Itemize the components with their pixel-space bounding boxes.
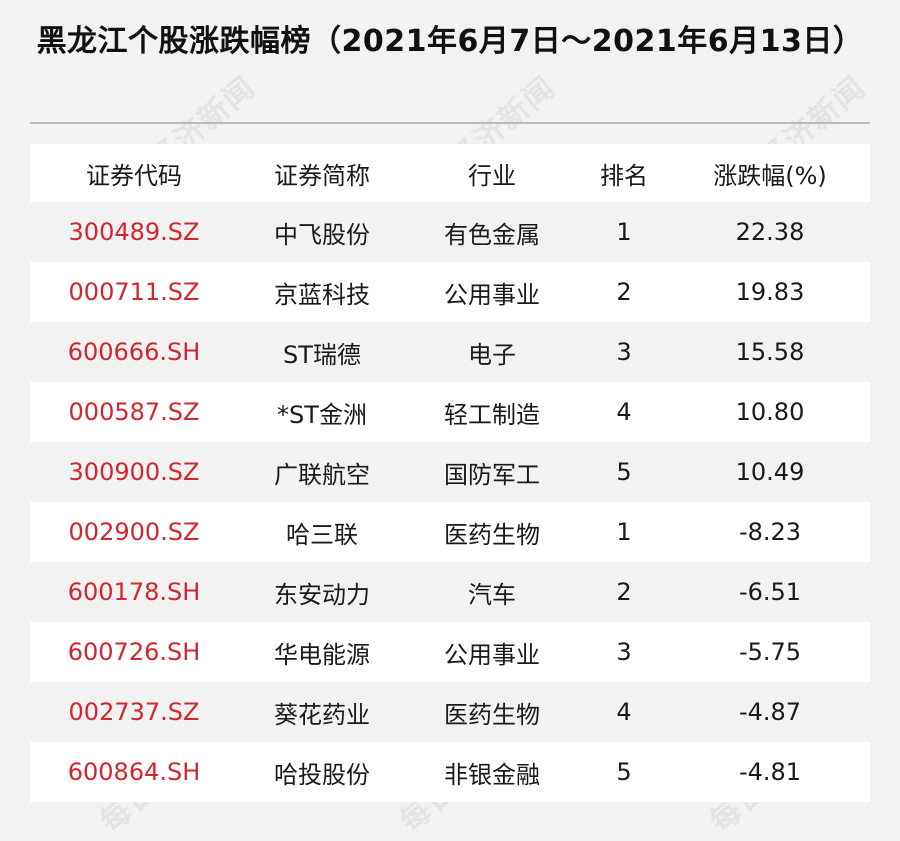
header-name: 证券简称 [274, 161, 370, 190]
stock-code: 600178.SH [67, 578, 201, 606]
stock-code: 600726.SH [67, 638, 201, 666]
stock-name: ST瑞德 [283, 340, 361, 369]
stock-name: 广联航空 [274, 460, 370, 489]
header-code: 证券代码 [86, 161, 182, 190]
table-row: 002737.SZ 葵花药业 医药生物 4 -4.87 [30, 682, 870, 742]
stock-code: 000711.SZ [68, 278, 200, 306]
stock-code: 002737.SZ [68, 698, 200, 726]
stock-industry: 有色金属 [444, 220, 540, 249]
stock-change: 10.49 [735, 458, 805, 486]
stock-name: 葵花药业 [274, 700, 370, 729]
stock-industry: 汽车 [468, 580, 516, 609]
header-change: 涨跌幅(%) [713, 161, 827, 190]
stock-change: 19.83 [735, 278, 805, 306]
stock-rank: 5 [616, 458, 632, 486]
table-row: 000587.SZ *ST金洲 轻工制造 4 10.80 [30, 382, 870, 442]
stock-rank: 4 [616, 698, 632, 726]
stock-rank: 2 [616, 578, 632, 606]
table-row: 300489.SZ 中飞股份 有色金属 1 22.38 [30, 202, 870, 262]
stock-name: 京蓝科技 [274, 280, 370, 309]
stock-industry: 医药生物 [444, 520, 540, 549]
stock-name: 中飞股份 [274, 220, 370, 249]
stock-industry: 非银金融 [444, 760, 540, 789]
stock-rank: 1 [616, 518, 632, 546]
table-row: 600178.SH 东安动力 汽车 2 -6.51 [30, 562, 870, 622]
stock-industry: 医药生物 [444, 700, 540, 729]
header-industry: 行业 [468, 161, 516, 190]
stock-code: 000587.SZ [68, 398, 200, 426]
stock-change: 22.38 [735, 218, 805, 246]
stock-code: 600666.SH [67, 338, 201, 366]
table-row: 300900.SZ 广联航空 国防军工 5 10.49 [30, 442, 870, 502]
stock-rank: 4 [616, 398, 632, 426]
stock-industry: 公用事业 [444, 640, 540, 669]
stock-rank: 5 [616, 758, 632, 786]
stock-rank: 3 [616, 338, 632, 366]
stock-name: 华电能源 [274, 640, 370, 669]
stock-industry: 国防军工 [444, 460, 540, 489]
stock-change: 15.58 [735, 338, 805, 366]
table-row: 600726.SH 华电能源 公用事业 3 -5.75 [30, 622, 870, 682]
stock-rank: 2 [616, 278, 632, 306]
stock-name: *ST金洲 [277, 400, 367, 429]
table-row: 000711.SZ 京蓝科技 公用事业 2 19.83 [30, 262, 870, 322]
table-row: 002900.SZ 哈三联 医药生物 1 -8.23 [30, 502, 870, 562]
stock-change: -6.51 [738, 578, 802, 606]
stock-name: 东安动力 [274, 580, 370, 609]
stock-code: 002900.SZ [68, 518, 200, 546]
table-row: 600666.SH ST瑞德 电子 3 15.58 [30, 322, 870, 382]
page: { "title": "黑龙江个股涨跌幅榜（2021年6月7日～2021年6月1… [0, 0, 900, 840]
stock-name: 哈三联 [286, 520, 358, 549]
stock-code: 300900.SZ [68, 458, 200, 486]
stock-change: 10.80 [735, 398, 805, 426]
stock-code: 600864.SH [67, 758, 201, 786]
stock-code: 300489.SZ [68, 218, 200, 246]
stock-rank: 3 [616, 638, 632, 666]
stock-table: 证券代码 证券简称 行业 排名 涨跌幅(%) 300489.SZ 中飞股份 有色… [30, 144, 870, 802]
table-header-row: 证券代码 证券简称 行业 排名 涨跌幅(%) [30, 144, 870, 202]
stock-name: 哈投股份 [274, 760, 370, 789]
title-divider [30, 122, 870, 124]
stock-industry: 公用事业 [444, 280, 540, 309]
stock-change: -4.81 [738, 758, 802, 786]
stock-industry: 电子 [468, 340, 516, 369]
stock-change: -4.87 [738, 698, 802, 726]
stock-industry: 轻工制造 [444, 400, 540, 429]
stock-change: -5.75 [738, 638, 802, 666]
stock-rank: 1 [616, 218, 632, 246]
stock-change: -8.23 [738, 518, 802, 546]
page-title: 黑龙江个股涨跌幅榜（2021年6月7日～2021年6月13日） [36, 24, 864, 59]
table-row: 600864.SH 哈投股份 非银金融 5 -4.81 [30, 742, 870, 802]
header-rank: 排名 [600, 161, 648, 190]
